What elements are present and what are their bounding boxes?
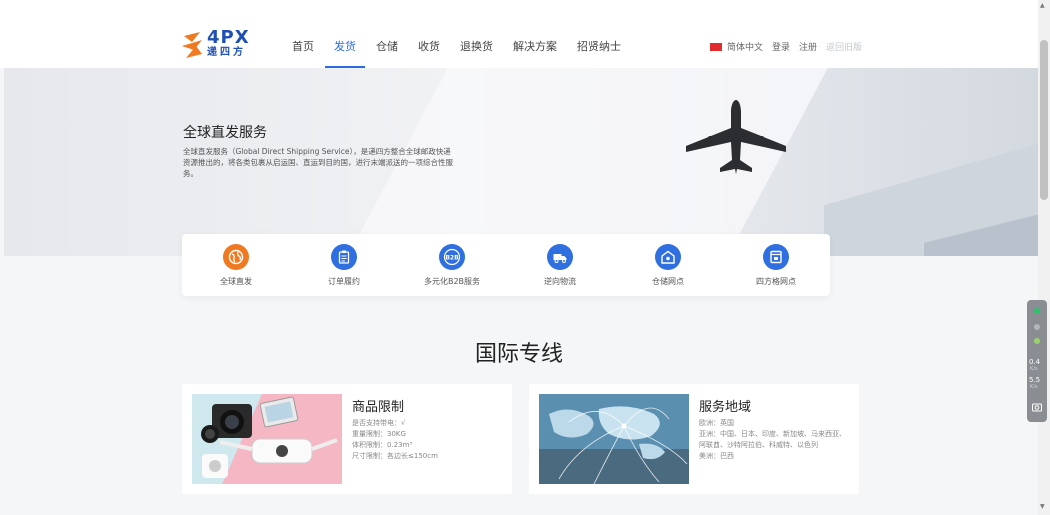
logo-text: 4PX xyxy=(207,27,250,48)
network-monitor-widget[interactable]: 0.4 K/s 5.5 K/s xyxy=(1027,300,1047,422)
nav-item-receiving[interactable]: 收货 xyxy=(418,38,440,68)
card-body: 欧洲：英国 亚洲：中国、日本、印度、新加坡、马来西亚、阿联酋、沙特阿拉伯、科威特… xyxy=(699,418,849,462)
truck-icon xyxy=(547,244,573,270)
logo-mark-icon xyxy=(182,32,202,58)
service-warehouse-network[interactable]: 仓储网点 xyxy=(614,234,722,296)
nav-item-returns[interactable]: 退换货 xyxy=(460,38,493,68)
card-product-limits[interactable]: 商品限制 是否支持带电：√ 重量限制：30KG 体积限制：0.23m³ 尺寸限制… xyxy=(182,384,512,494)
globe-icon xyxy=(223,244,249,270)
card-image-products xyxy=(192,394,342,484)
service-b2b[interactable]: B2B 多元化B2B服务 xyxy=(398,234,506,296)
download-speed-unit: K/s xyxy=(1030,384,1038,390)
login-link[interactable]: 登录 xyxy=(772,40,790,53)
nav-item-shipping[interactable]: 发货 xyxy=(325,38,365,69)
service-locker-network[interactable]: 四方格网点 xyxy=(722,234,830,296)
status-dot-icon xyxy=(1034,308,1040,314)
brand-logo[interactable]: 4PX 递四方 xyxy=(182,27,256,60)
service-label: 订单履约 xyxy=(328,277,360,286)
banner-description: 全球直发服务（Global Direct Shipping Service），是… xyxy=(183,147,453,178)
service-order-fulfillment[interactable]: 订单履约 xyxy=(290,234,398,296)
card-line: 美洲：巴西 xyxy=(699,452,734,460)
site-header: 4PX 递四方 首页 发货 仓储 收货 退换货 解决方案 招贤纳士 简体中文 登… xyxy=(0,0,1038,69)
warehouse-icon xyxy=(655,244,681,270)
airplane-icon xyxy=(686,100,786,174)
card-line: 是否支持带电：√ xyxy=(352,419,406,427)
card-line: 体积限制：0.23m³ xyxy=(352,441,413,449)
nav-item-careers[interactable]: 招贤纳士 xyxy=(577,38,621,68)
upload-speed: 0.4 xyxy=(1029,358,1041,366)
camera-icon[interactable] xyxy=(1032,402,1042,412)
main-nav: 首页 发货 仓储 收货 退换货 解决方案 招贤纳士 xyxy=(292,38,641,69)
card-image-world-map xyxy=(539,394,689,484)
service-label: 多元化B2B服务 xyxy=(423,277,481,286)
china-flag-icon xyxy=(710,42,722,51)
service-reverse-logistics[interactable]: 逆向物流 xyxy=(506,234,614,296)
status-dot-icon xyxy=(1034,324,1040,330)
service-global-direct[interactable]: 全球直发 xyxy=(182,234,290,296)
upload-speed-unit: K/s xyxy=(1030,366,1038,372)
service-bar: 全球直发 订单履约 B2B 多元化B2B服务 逆向物流 仓储网点 四方格网点 xyxy=(182,234,830,296)
service-label: 逆向物流 xyxy=(544,277,576,286)
card-service-area[interactable]: 服务地域 欧洲：英国 亚洲：中国、日本、印度、新加坡、马来西亚、阿联酋、沙特阿拉… xyxy=(529,384,859,494)
service-label: 仓储网点 xyxy=(652,277,684,286)
page-scrollbar[interactable]: ▲ ▼ xyxy=(1038,0,1050,515)
nav-item-solutions[interactable]: 解决方案 xyxy=(513,38,557,68)
svg-text:B2B: B2B xyxy=(445,255,459,262)
section-title: 国际专线 xyxy=(474,342,563,367)
header-actions: 简体中文 登录 注册 返回旧版 xyxy=(710,40,871,53)
card-title: 商品限制 xyxy=(352,400,405,415)
download-speed: 5.5 xyxy=(1029,376,1041,384)
locker-icon xyxy=(763,244,789,270)
nav-item-warehousing[interactable]: 仓储 xyxy=(376,38,398,68)
card-line: 亚洲：中国、日本、印度、新加坡、马来西亚、阿联酋、沙特阿拉伯、科威特、以色列 xyxy=(699,430,846,449)
banner-title: 全球直发服务 xyxy=(183,125,267,141)
scroll-down-icon[interactable]: ▼ xyxy=(1040,503,1045,510)
hero-banner: 全球直发服务 全球直发服务（Global Direct Shipping Ser… xyxy=(4,68,1038,256)
nav-item-home[interactable]: 首页 xyxy=(292,38,314,68)
card-line: 重量限制：30KG xyxy=(352,430,406,438)
logo-subtext: 递四方 xyxy=(207,47,246,58)
register-link[interactable]: 注册 xyxy=(799,40,817,53)
scroll-up-icon[interactable]: ▲ xyxy=(1040,2,1045,9)
b2b-icon: B2B xyxy=(439,244,465,270)
service-label: 四方格网点 xyxy=(756,277,796,286)
old-version-link[interactable]: 返回旧版 xyxy=(826,40,862,53)
status-dot-icon xyxy=(1034,338,1040,344)
card-line: 欧洲：英国 xyxy=(699,419,734,427)
card-body: 是否支持带电：√ 重量限制：30KG 体积限制：0.23m³ 尺寸限制：各边长≤… xyxy=(352,418,502,462)
scroll-thumb[interactable] xyxy=(1040,40,1048,200)
card-line: 尺寸限制：各边长≤150cm xyxy=(352,452,438,460)
clipboard-icon xyxy=(331,244,357,270)
card-title: 服务地域 xyxy=(699,400,752,415)
service-label: 全球直发 xyxy=(220,277,252,286)
language-selector[interactable]: 简体中文 xyxy=(727,40,763,53)
